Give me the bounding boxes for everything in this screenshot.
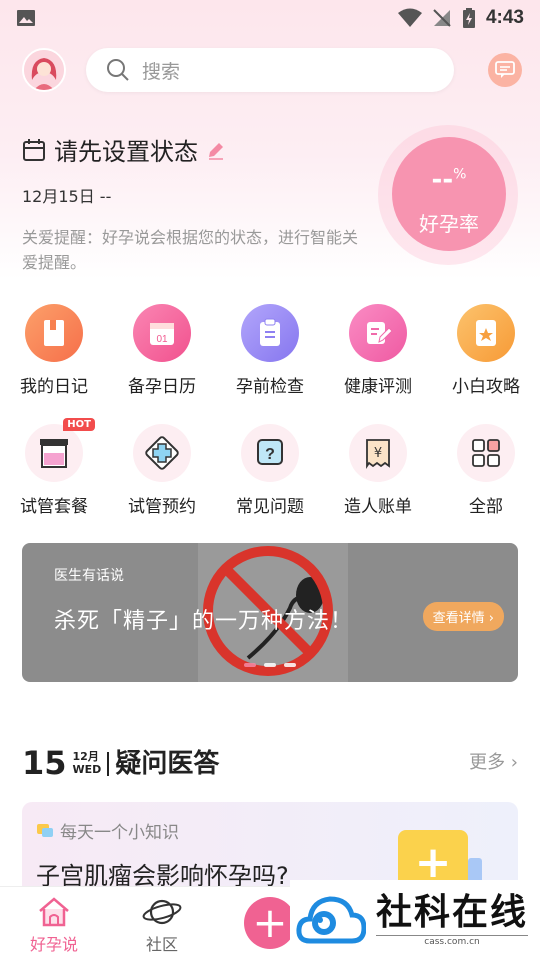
grid-label: 常见问题 xyxy=(236,497,304,517)
svg-text:?: ? xyxy=(265,446,275,463)
feature-grid-row-2: HOT 试管套餐 试管预约 ? 常见问题 ¥ 造人账单 全部 xyxy=(0,418,540,517)
top-bar: 搜索 xyxy=(22,48,522,92)
receipt-yen-icon: ¥ xyxy=(349,424,407,482)
grid-item-ivf-package[interactable]: HOT 试管套餐 xyxy=(0,418,108,517)
rate-value: --% xyxy=(392,165,506,195)
grid-item-faq[interactable]: ? 常见问题 xyxy=(216,424,324,517)
tab-label: 好孕说 xyxy=(29,935,78,954)
grid-label: 小白攻略 xyxy=(452,377,520,397)
search-placeholder: 搜索 xyxy=(142,60,181,83)
avatar-woman-icon xyxy=(24,50,64,90)
grid-label: 造人账单 xyxy=(344,497,412,517)
banner-pager xyxy=(244,663,304,667)
grid-label: 试管预约 xyxy=(128,497,196,517)
clipboard-icon xyxy=(241,304,299,362)
chat-bubble-icon xyxy=(495,61,515,78)
grid-item-calendar[interactable]: 01 备孕日历 xyxy=(108,304,216,397)
grid-item-all[interactable]: 全部 xyxy=(432,424,540,517)
svg-text:01: 01 xyxy=(156,334,168,345)
rate-unit: % xyxy=(453,166,467,183)
status-title: 请先设置状态 xyxy=(54,138,198,166)
knowledge-tag: 每天一个小知识 xyxy=(36,818,179,843)
status-bar: 4:43 xyxy=(0,0,540,36)
chat-tag-icon xyxy=(37,823,53,837)
care-reminder-text: 关爱提醒：好孕说会根据您的状态，进行智能关爱提醒。 xyxy=(22,228,359,272)
status-date: 12月15日 -- xyxy=(22,187,112,206)
watermark-title: 社科在线 xyxy=(376,892,529,933)
pager-dot xyxy=(244,663,256,667)
bookmark-star-icon xyxy=(457,304,515,362)
message-button[interactable] xyxy=(488,53,522,87)
diary-book-icon xyxy=(25,304,83,362)
grid-label: 健康评测 xyxy=(344,377,412,397)
rate-label: 好孕率 xyxy=(419,212,479,236)
feature-grid-row-1: 我的日记 01 备孕日历 孕前检查 健康评测 小白攻略 xyxy=(0,304,540,397)
grid-label: 备孕日历 xyxy=(128,377,196,397)
watermark-text: 社科在线 cass.com.cn xyxy=(376,892,529,947)
clock: 4:43 xyxy=(485,7,524,28)
grid-item-beginner-guide[interactable]: 小白攻略 xyxy=(432,304,540,397)
grid-item-prenatal-check[interactable]: 孕前检查 xyxy=(216,304,324,397)
more-link[interactable]: 更多 › xyxy=(469,748,518,774)
question-icon: ? xyxy=(241,424,299,482)
search-bar[interactable]: 搜索 xyxy=(86,48,454,92)
medical-cross-icon xyxy=(133,424,191,482)
calendar-icon: 01 xyxy=(133,304,191,362)
pregnancy-rate-bubble[interactable]: --% 好孕率 xyxy=(378,125,518,265)
test-tube-box-icon: HOT xyxy=(25,418,95,482)
search-icon xyxy=(107,59,129,81)
avatar[interactable] xyxy=(22,48,66,92)
no-signal-icon xyxy=(433,9,451,27)
grid-label: 试管套餐 xyxy=(20,497,88,517)
pencil-icon[interactable] xyxy=(206,140,226,160)
grid-item-ivf-booking[interactable]: 试管预约 xyxy=(108,424,216,517)
cloud-logo-icon xyxy=(296,896,366,944)
qa-divider xyxy=(107,752,110,776)
status-card[interactable]: 请先设置状态 12月15日 -- 关爱提醒：好孕说会根据您的状态，进行智能关爱提… xyxy=(22,132,362,275)
qa-day: 15 xyxy=(22,744,67,782)
banner-subtitle: 医生有话说 xyxy=(54,568,124,584)
grid-label: 孕前检查 xyxy=(236,377,304,397)
grid-label: 我的日记 xyxy=(20,377,88,397)
pager-dot xyxy=(264,663,276,667)
view-details-button[interactable]: 查看详情 › xyxy=(422,602,504,631)
home-icon xyxy=(39,897,69,927)
grid-item-health-eval[interactable]: 健康评测 xyxy=(324,304,432,397)
wifi-icon xyxy=(397,8,422,27)
planet-icon xyxy=(142,899,182,925)
grid-item-bill[interactable]: ¥ 造人账单 xyxy=(324,424,432,517)
svg-text:¥: ¥ xyxy=(374,446,382,461)
grid-item-my-diary[interactable]: 我的日记 xyxy=(0,304,108,397)
qa-section-header: 15 12月 WED 疑问医答 更多 › xyxy=(22,738,518,780)
tab-home[interactable]: 好孕说 xyxy=(0,887,108,960)
pager-dot xyxy=(284,663,296,667)
battery-charging-icon xyxy=(462,8,475,28)
tab-label: 社区 xyxy=(145,935,178,954)
qa-title: 疑问医答 xyxy=(115,749,220,779)
qa-weekday: WED xyxy=(72,763,102,776)
qa-month: 12月 xyxy=(72,750,99,763)
knowledge-tag-text: 每天一个小知识 xyxy=(60,823,179,843)
grid-all-icon xyxy=(457,424,515,482)
rate-number: -- xyxy=(431,165,454,195)
edit-form-icon xyxy=(349,304,407,362)
promo-banner[interactable]: 医生有话说 杀死「精子」的一万种方法！ 查看详情 › xyxy=(22,543,518,682)
status-title-row[interactable]: 请先设置状态 xyxy=(22,132,362,167)
add-post-button[interactable]: + xyxy=(244,897,296,949)
hot-badge: HOT xyxy=(63,418,95,431)
banner-headline: 杀死「精子」的一万种方法！ xyxy=(54,609,354,634)
watermark-url: cass.com.cn xyxy=(376,935,529,947)
tab-community[interactable]: 社区 xyxy=(108,887,216,960)
watermark: 社科在线 cass.com.cn xyxy=(290,880,540,960)
calendar-outline-icon xyxy=(23,138,45,161)
image-notification-icon xyxy=(17,10,35,26)
grid-label: 全部 xyxy=(469,497,503,517)
qa-month-week: 12月 WED xyxy=(73,750,102,776)
